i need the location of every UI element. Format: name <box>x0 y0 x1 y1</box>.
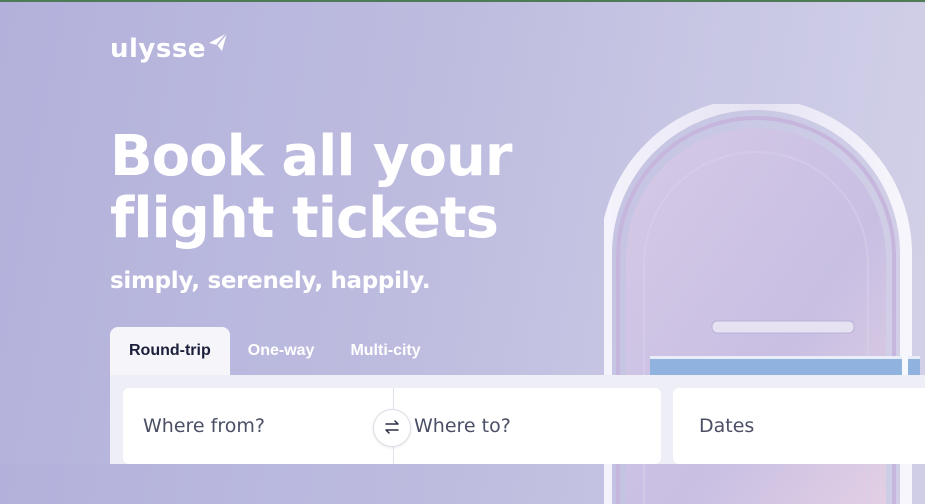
tab-round-trip[interactable]: Round-trip <box>110 327 230 375</box>
dates-field[interactable]: Dates <box>673 388 925 464</box>
brand-logo[interactable]: ulysse <box>110 32 228 62</box>
paper-plane-icon <box>208 32 228 56</box>
top-border <box>0 0 925 2</box>
hero-tagline: simply, serenely, happily. <box>110 268 431 294</box>
origin-field[interactable]: Where from? <box>123 388 393 464</box>
tab-one-way[interactable]: One-way <box>230 327 333 375</box>
destination-field[interactable]: Where to? <box>393 388 661 464</box>
trip-type-tabs: Round-trip One-way Multi-city <box>110 327 439 375</box>
swap-locations-button[interactable] <box>373 409 411 447</box>
tab-multi-city[interactable]: Multi-city <box>332 327 438 375</box>
hero-headline: Book all your flight tickets <box>110 124 513 251</box>
swap-arrows-icon <box>383 419 401 438</box>
flight-search-form: Where from? Where to? Dates <box>110 375 925 464</box>
destination-placeholder: Where to? <box>414 415 511 437</box>
brand-name: ulysse <box>110 34 206 64</box>
dates-placeholder: Dates <box>699 415 755 437</box>
origin-placeholder: Where from? <box>143 415 265 437</box>
